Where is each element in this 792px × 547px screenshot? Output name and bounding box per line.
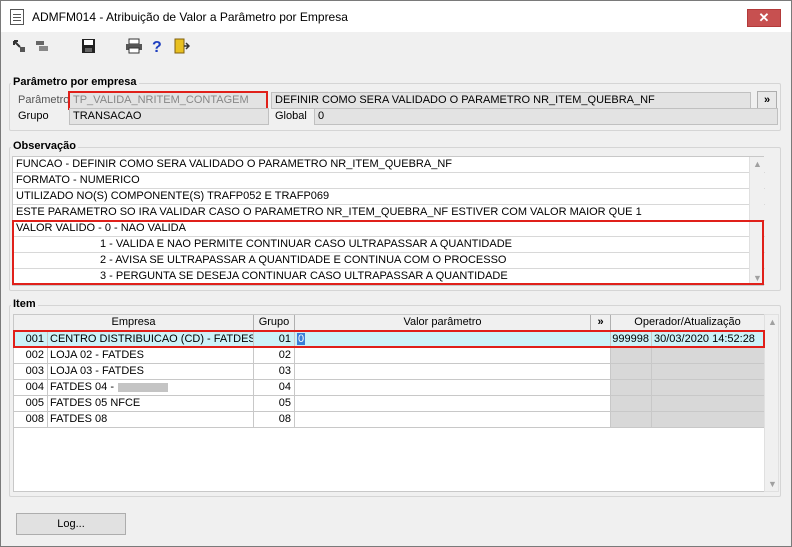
observacao-line: UTILIZADO NO(S) COMPONENTE(S) TRAFP052 E… [13,189,765,205]
blurred-text [117,382,168,392]
scroll-up-icon[interactable]: ▲ [750,159,765,169]
header-expand-button[interactable]: » [591,315,611,331]
scroll-up-icon[interactable]: ▲ [765,317,780,327]
row-code: 002 [14,348,48,364]
row-code: 003 [14,364,48,380]
row-data [652,364,764,380]
row-code: 004 [14,380,48,396]
grupo-field: TRANSACAO [69,108,269,125]
row-empresa-cell: FATDES 04 - [48,380,254,396]
row-grupo: 05 [254,396,295,412]
log-button[interactable]: Log... [16,513,126,535]
parametro-label: Parâmetro [18,94,70,106]
grupo-label: Grupo [18,110,49,122]
parametro-description: DEFINIR COMO SERA VALIDADO O PARAMETRO N… [271,92,751,109]
main-window: ADMFM014 - Atribuição de Valor a Parâmet… [0,0,792,547]
app-document-icon [10,8,24,25]
close-button[interactable]: ✕ [747,9,781,27]
row-grupo: 03 [254,364,295,380]
observacao-line: FUNCAO - DEFINIR COMO SERA VALIDADO O PA… [13,157,765,173]
scroll-down-icon[interactable]: ▼ [765,479,780,489]
observacao-highlight [12,220,764,285]
row-data [652,396,764,412]
row-empresa: LOJA 03 - FATDES [48,364,254,380]
observacao-line: ESTE PARAMETRO SO IRA VALIDAR CASO O PAR… [13,205,765,221]
grid-icon[interactable] [33,38,51,54]
item-row-highlight [13,330,765,348]
parametro-expand-button[interactable]: » [757,91,777,109]
toolbar: ? [1,32,791,60]
row-valor-field[interactable] [295,412,611,428]
row-grupo: 02 [254,348,295,364]
item-scrollbar[interactable]: ▲ ▼ [764,314,779,492]
global-field: 0 [314,108,778,125]
row-operador [611,348,652,364]
header-valor[interactable]: Valor parâmetro [295,315,591,331]
window-title: ADMFM014 - Atribuição de Valor a Parâmet… [32,9,348,24]
row-grupo: 04 [254,380,295,396]
help-icon[interactable]: ? [148,38,166,54]
row-data [652,412,764,428]
title-bar: ADMFM014 - Atribuição de Valor a Parâmet… [1,1,791,32]
row-valor-field[interactable] [295,380,611,396]
row-empresa: FATDES 08 [48,412,254,428]
row-operador [611,396,652,412]
row-code: 008 [14,412,48,428]
header-empresa[interactable]: Empresa [14,315,254,331]
observacao-group-legend: Observação [11,140,78,152]
print-icon[interactable] [125,38,143,54]
row-empresa: FATDES 05 NFCE [48,396,254,412]
exit-icon[interactable] [172,38,190,54]
observacao-line: FORMATO - NUMERICO [13,173,765,189]
row-data [652,348,764,364]
row-data [652,380,764,396]
row-valor-field[interactable] [295,348,611,364]
row-grupo: 08 [254,412,295,428]
first-record-icon[interactable] [11,38,29,54]
svg-text:?: ? [152,39,162,54]
row-valor-field[interactable] [295,396,611,412]
row-operador [611,364,652,380]
parametro-group-legend: Parâmetro por empresa [11,76,139,88]
header-operador[interactable]: Operador/Atualização [611,315,764,331]
row-operador [611,380,652,396]
row-empresa: FATDES 04 - [50,381,114,393]
save-icon[interactable] [80,38,98,54]
global-label: Global [275,110,307,122]
row-code: 005 [14,396,48,412]
row-empresa: LOJA 02 - FATDES [48,348,254,364]
row-operador [611,412,652,428]
row-valor-field[interactable] [295,364,611,380]
item-group-legend: Item [11,298,38,310]
header-grupo[interactable]: Grupo [254,315,295,331]
